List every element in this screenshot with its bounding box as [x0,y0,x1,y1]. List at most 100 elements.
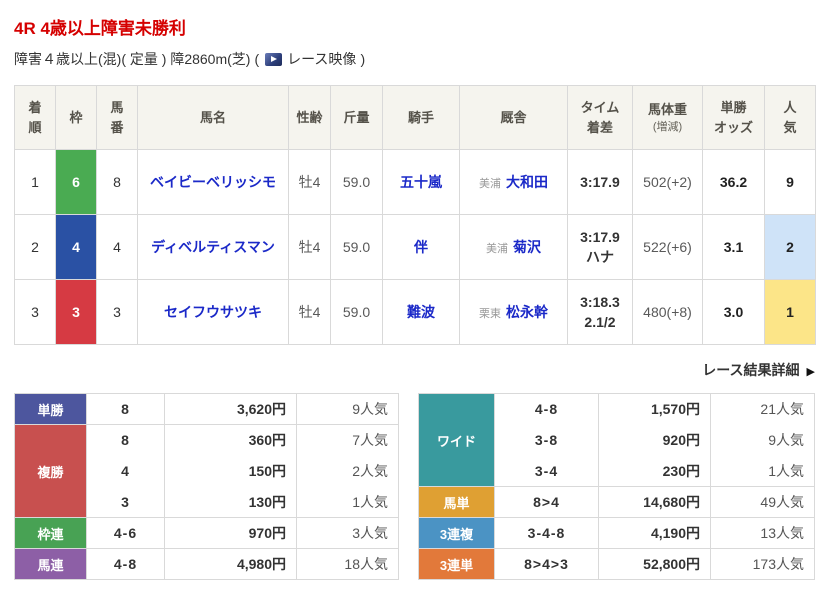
bet-type-wide: ワイド [418,393,495,487]
payout-row-sanrentan: 3連単 8>4>3 52,800円 173人気 [418,548,815,580]
payout-popularity: 1人気 [710,455,815,487]
col-win-odds: 単勝 オッズ [702,85,765,150]
jockey-cell: 難波 [382,279,460,345]
payout-amount: 4,980円 [164,548,297,580]
stable-region: 栗東 [479,308,501,320]
results-header-row: 着順 枠 馬番 馬名 性齢 斤量 騎手 厩舎 タイム 着差 馬体重 (増減) 単勝オ… [14,85,816,150]
jockey-link[interactable]: 難波 [407,304,435,320]
col-finish: 着順 [14,85,56,150]
popularity: 9 [764,149,816,215]
trainer-link[interactable]: 菊沢 [513,239,541,255]
payout-popularity: 9人気 [296,393,399,425]
horse-name-cell: ディベルティスマン [137,214,289,280]
payout-combination: 4 [86,455,165,487]
payout-table-left: 単勝 8 3,620円 9人気 複勝 8 360円 7人気 4 150円 2人気… [14,393,399,580]
stable-cell: 美浦 菊沢 [459,214,568,280]
race-conditions: 障害４歳以上(混)( 定量 ) 障2860m(芝) [14,51,251,67]
stable-region: 美浦 [486,243,508,255]
bet-type-bracket-quinella: 枠連 [14,517,87,549]
time-margin: 3:17.9 [567,149,633,215]
payout-amount: 230円 [598,455,711,487]
payout-row-umatan: 馬単 8>4 14,680円 49人気 [418,486,815,518]
horse-name-link[interactable]: セイフウサツキ [164,304,262,320]
sex-age: 牡4 [288,214,331,280]
bet-type-trio: 3連複 [418,517,495,549]
frame-number: 3 [55,279,97,345]
detail-link-row: レース結果詳細 ▶ [14,360,815,380]
finish-position: 3 [14,279,56,345]
col-body-weight: 馬体重 (増減) [632,85,703,150]
body-weight: 502(+2) [632,149,703,215]
time-margin: 3:18.3 2.1/2 [567,279,633,345]
win-odds: 36.2 [702,149,765,215]
payout-popularity: 2人気 [296,455,399,487]
horse-name-link[interactable]: ディベルティスマン [151,239,275,255]
finish-position: 1 [14,149,56,215]
race-video-link[interactable]: レース映像 [263,49,356,69]
paren-close: ) [360,51,366,67]
col-popularity: 人気 [764,85,816,150]
stable-region: 美浦 [479,178,501,190]
payout-combination: 4-6 [86,517,165,549]
bet-type-quinella: 馬連 [14,548,87,580]
jockey-cell: 五十嵐 [382,149,460,215]
payout-amount: 360円 [164,424,297,456]
payout-amount: 970円 [164,517,297,549]
sex-age: 牡4 [288,279,331,345]
payout-amount: 3,620円 [164,393,297,425]
payout-popularity: 3人気 [296,517,399,549]
payout-amount: 4,190円 [598,517,711,549]
body-weight: 522(+6) [632,214,703,280]
result-row-2: 2 4 4 ディベルティスマン 牡4 59.0 伴 美浦 菊沢 3:17.9 ハナ … [14,214,816,280]
paren-open: ( [254,51,260,67]
stable-cell: 美浦 大和田 [459,149,568,215]
race-title: 4R 4歳以上障害未勝利 [14,19,186,38]
sex-age: 牡4 [288,149,331,215]
payout-amount: 130円 [164,486,297,518]
body-weight: 480(+8) [632,279,703,345]
bet-type-win: 単勝 [14,393,87,425]
payout-combination: 8 [86,393,165,425]
payout-popularity: 18人気 [296,548,399,580]
payout-row-sanrenpuku: 3連複 3-4-8 4,190円 13人気 [418,517,815,549]
payout-combination: 8>4 [494,486,599,518]
horse-name-cell: ベイビーベリッシモ [137,149,289,215]
result-row-3: 3 3 3 セイフウサツキ 牡4 59.0 難波 栗東 松永幹 3:18.3 2.1… [14,279,816,345]
race-video-label: レース映像 [287,51,357,67]
horse-name-link[interactable]: ベイビーベリッシモ [150,174,276,190]
payout-popularity: 21人気 [710,393,815,425]
race-result-detail-link[interactable]: レース結果詳細 ▶ [702,362,815,378]
carried-weight: 59.0 [330,149,383,215]
payout-combination: 3-8 [494,424,599,456]
col-horse-number: 馬番 [96,85,138,150]
horse-number: 8 [96,149,138,215]
payout-combination: 3-4-8 [494,517,599,549]
popularity: 1 [764,279,816,345]
payout-combination: 3-4 [494,455,599,487]
payout-row-umaren: 馬連 4-8 4,980円 18人気 [14,548,399,580]
payout-combination: 4-8 [86,548,165,580]
payout-amount: 14,680円 [598,486,711,518]
payout-amount: 1,570円 [598,393,711,425]
col-weight: 斤量 [330,85,383,150]
payout-combination: 4-8 [494,393,599,425]
trainer-link[interactable]: 大和田 [506,174,548,190]
horse-number: 4 [96,214,138,280]
col-time-margin: タイム 着差 [567,85,633,150]
stable-cell: 栗東 松永幹 [459,279,568,345]
col-stable: 厩舎 [459,85,568,150]
right-arrow-icon: ▶ [806,366,815,378]
jockey-link[interactable]: 伴 [414,239,428,255]
payout-popularity: 9人気 [710,424,815,456]
payout-row-fukusho-1: 複勝 8 360円 7人気 [14,424,399,518]
win-odds: 3.1 [702,214,765,280]
video-play-icon [265,52,283,66]
jockey-link[interactable]: 五十嵐 [400,174,442,190]
time-margin: 3:17.9 ハナ [567,214,633,280]
trainer-link[interactable]: 松永幹 [506,304,548,320]
horse-number: 3 [96,279,138,345]
payout-popularity: 13人気 [710,517,815,549]
jockey-cell: 伴 [382,214,460,280]
frame-number: 4 [55,214,97,280]
payout-popularity: 173人気 [710,548,815,580]
